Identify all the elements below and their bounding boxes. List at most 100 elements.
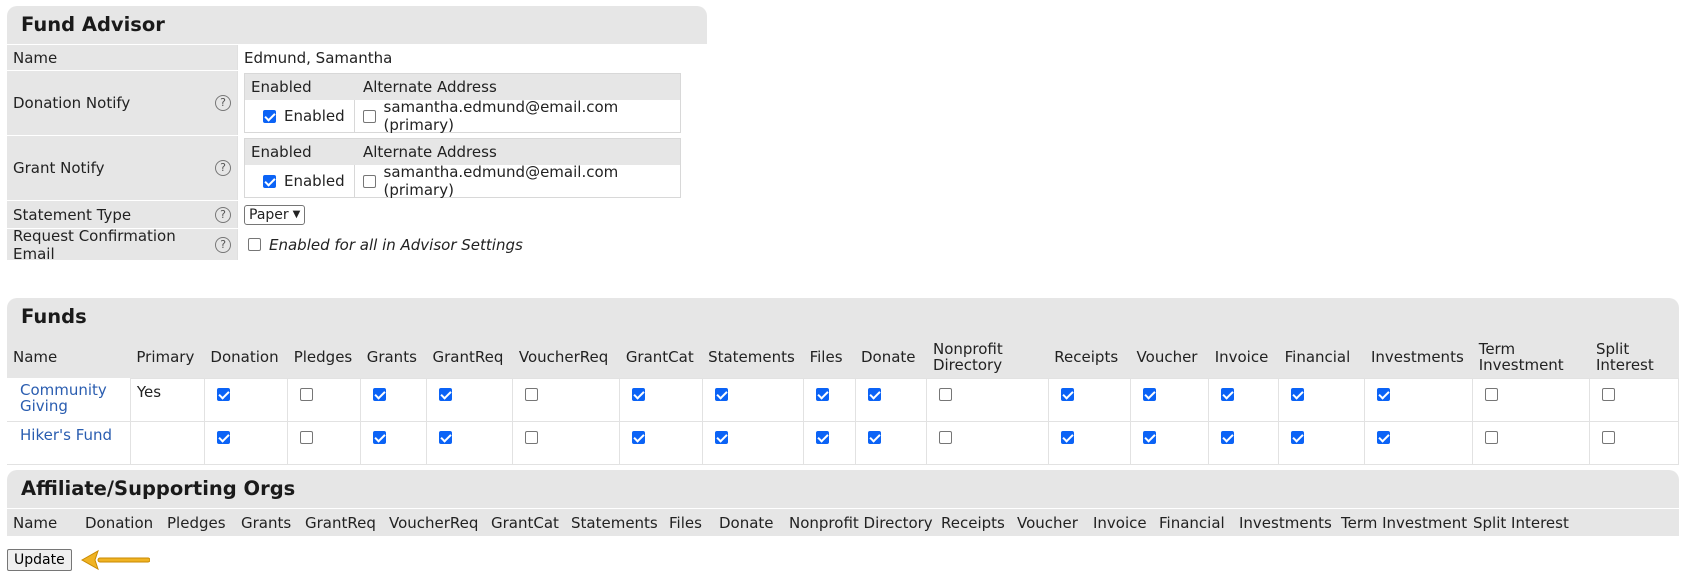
fund-permission-checkbox[interactable]: [867, 430, 881, 444]
fund-permission-checkbox[interactable]: [373, 387, 387, 401]
help-icon[interactable]: ?: [215, 206, 231, 223]
fund-permission-checkbox[interactable]: [1485, 430, 1499, 444]
affiliates-col-header: Pledges: [167, 513, 226, 532]
fund-permission-checkbox[interactable]: [1143, 387, 1157, 401]
funds-col-header: GrantCat: [619, 336, 703, 378]
grant-notify-table: Enabled Alternate Address Enabled samant…: [244, 138, 681, 199]
affiliates-col-header: Statements: [571, 513, 658, 532]
funds-table: Name Primary Donation Pledges Grants GrantReq…: [7, 336, 1679, 465]
advisor-name-value: Edmund, Samantha: [244, 48, 393, 67]
fund-permission-checkbox[interactable]: [632, 430, 646, 444]
fund-permission-checkbox[interactable]: [816, 430, 830, 444]
affiliates-col-header: GrantReq: [305, 513, 376, 532]
fund-permission-checkbox[interactable]: [1602, 387, 1616, 401]
fund-permission-checkbox[interactable]: [525, 387, 539, 401]
funds-col-header: Financial: [1278, 336, 1365, 378]
advisor-name-row: Name Edmund, Samantha: [7, 44, 707, 70]
affiliates-title: Affiliate/Supporting Orgs: [21, 477, 296, 500]
funds-col-header: Grants: [360, 336, 427, 378]
fund-permission-checkbox[interactable]: [1377, 387, 1391, 401]
affiliates-col-header: Donation: [85, 513, 154, 532]
funds-col-header: Nonprofit Directory: [926, 336, 1049, 378]
statement-type-value: Paper: [249, 206, 289, 223]
fund-permission-checkbox[interactable]: [1060, 387, 1074, 401]
funds-col-header: Files: [803, 336, 855, 378]
affiliates-col-header: Nonprofit Directory: [789, 513, 933, 532]
fund-name-link[interactable]: Hiker's Fund: [20, 427, 112, 443]
grant-alt-address-checkbox[interactable]: [363, 174, 376, 188]
fund-permission-checkbox[interactable]: [1221, 430, 1235, 444]
request-confirmation-checkbox[interactable]: [248, 238, 261, 251]
affiliates-col-header: Name: [13, 513, 58, 532]
affiliates-col-header: Receipts: [941, 513, 1005, 532]
affiliates-col-header: Term Investment: [1341, 513, 1468, 532]
request-confirmation-label: Request Confirmation Email: [13, 226, 176, 263]
fund-permission-checkbox[interactable]: [1485, 387, 1499, 401]
fund-permission-checkbox[interactable]: [632, 387, 646, 401]
funds-col-header: Voucher: [1130, 336, 1209, 378]
request-confirmation-row: Request Confirmation Email ? Enabled for…: [7, 226, 707, 263]
fund-permission-checkbox[interactable]: [1291, 387, 1305, 401]
fund-permission-checkbox[interactable]: [373, 430, 387, 444]
fund-permission-checkbox[interactable]: [525, 430, 539, 444]
affiliates-col-header: VoucherReq: [389, 513, 479, 532]
affiliates-col-header: Invoice: [1093, 513, 1147, 532]
alt-address: samantha.edmund@email.com (primary): [383, 163, 619, 199]
fund-permission-checkbox[interactable]: [1143, 430, 1157, 444]
fund-permission-checkbox[interactable]: [714, 387, 728, 401]
help-icon[interactable]: ?: [215, 236, 231, 253]
fund-permission-checkbox[interactable]: [714, 430, 728, 444]
fund-permission-checkbox[interactable]: [816, 387, 830, 401]
enabled-label: Enabled: [284, 107, 345, 125]
fund-permission-checkbox[interactable]: [1602, 430, 1616, 444]
help-icon[interactable]: ?: [215, 160, 231, 176]
fund-permission-checkbox[interactable]: [439, 387, 452, 401]
funds-col-header: Name: [7, 336, 131, 378]
donation-alt-address-checkbox[interactable]: [363, 109, 376, 123]
fund-permission-checkbox[interactable]: [867, 387, 881, 401]
funds-col-header: VoucherReq: [512, 336, 620, 378]
fund-row: Hiker's Fund: [7, 420, 1679, 465]
fund-primary-cell: [129, 420, 205, 465]
fund-permission-checkbox[interactable]: [216, 387, 230, 401]
update-button[interactable]: Update: [7, 549, 72, 571]
statement-type-label: Statement Type: [13, 205, 132, 224]
fund-row: Community Giving Yes: [7, 377, 1679, 422]
grant-notify-row: Grant Notify ? Enabled Alternate Address…: [7, 135, 707, 200]
statement-type-row: Statement Type ? Paper ▼: [7, 200, 707, 228]
fund-permission-checkbox[interactable]: [1221, 387, 1235, 401]
fund-permission-checkbox[interactable]: [300, 430, 314, 444]
fund-name-link[interactable]: Community Giving: [20, 382, 124, 414]
help-icon[interactable]: ?: [215, 95, 231, 111]
fund-permission-checkbox[interactable]: [1060, 430, 1074, 444]
funds-col-header: Term Investment: [1472, 336, 1590, 378]
statement-type-select[interactable]: Paper ▼: [244, 204, 306, 225]
fund-permission-checkbox[interactable]: [939, 387, 953, 401]
affiliates-header-row: Name Donation Pledges Grants GrantReq Voucher…: [7, 508, 1679, 536]
fund-permission-checkbox[interactable]: [439, 430, 452, 444]
col-enabled: Enabled: [251, 78, 312, 96]
fund-advisor-title: Fund Advisor: [21, 13, 165, 36]
funds-col-header: Investments: [1364, 336, 1473, 378]
donation-notify-table: Enabled Alternate Address Enabled samant…: [244, 73, 681, 134]
col-alternate-address: Alternate Address: [363, 78, 497, 96]
funds-header-row: Name Primary Donation Pledges Grants GrantReq…: [7, 336, 1679, 378]
fund-permission-checkbox[interactable]: [1377, 430, 1391, 444]
fund-permission-checkbox[interactable]: [939, 430, 953, 444]
affiliates-col-header: Grants: [241, 513, 292, 532]
grant-enabled-checkbox[interactable]: [263, 174, 276, 188]
affiliates-panel: Affiliate/Supporting Orgs Name Donation Pl…: [7, 470, 1679, 536]
donation-enabled-checkbox[interactable]: [263, 109, 276, 123]
funds-col-header: Donation: [204, 336, 288, 378]
grant-notify-label: Grant Notify: [13, 159, 105, 177]
donation-notify-row: Donation Notify ? Enabled Alternate Addr…: [7, 70, 707, 135]
affiliates-col-header: Donate: [719, 513, 774, 532]
affiliates-col-header: Split Interest: [1473, 513, 1569, 532]
col-enabled: Enabled: [251, 143, 312, 161]
affiliates-col-header: GrantCat: [491, 513, 559, 532]
fund-permission-checkbox[interactable]: [300, 387, 314, 401]
fund-permission-checkbox[interactable]: [1291, 430, 1305, 444]
fund-permission-checkbox[interactable]: [216, 430, 230, 444]
funds-col-header: GrantReq: [426, 336, 513, 378]
funds-col-header: Invoice: [1208, 336, 1279, 378]
